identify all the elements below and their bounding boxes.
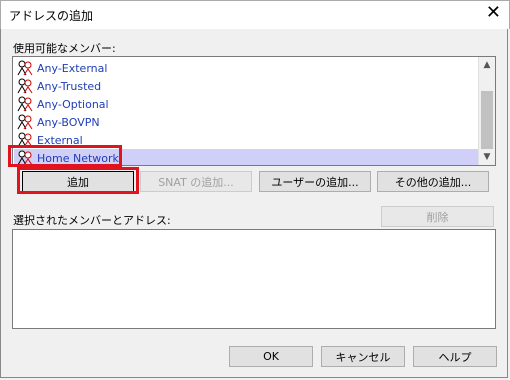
list-item-label: Any-External [37, 61, 108, 75]
other-add-button[interactable]: その他の追加... [377, 171, 489, 192]
user-group-icon [16, 150, 34, 165]
user-group-icon [16, 114, 34, 130]
close-icon[interactable]: ✕ [486, 4, 501, 22]
title-bar: アドレスの追加 ✕ [0, 0, 510, 29]
list-item-any-external[interactable]: Any-External [14, 59, 480, 77]
list-item-label: Home Network [37, 151, 119, 165]
list-item-label: External [37, 133, 83, 147]
help-button[interactable]: ヘルプ [413, 346, 497, 367]
list-item-label: Any-BOVPN [37, 115, 100, 129]
list-item-label: Any-Optional [37, 97, 109, 111]
scroll-up-icon[interactable]: ▲ [482, 60, 492, 70]
selected-members-list[interactable] [12, 229, 496, 329]
list-item-any-optional[interactable]: Any-Optional [14, 95, 480, 113]
list-item-home-network[interactable]: Home Network [14, 149, 480, 165]
delete-button[interactable]: 削除 [381, 206, 494, 227]
dialog-title: アドレスの追加 [9, 9, 94, 23]
available-members-list[interactable]: Any-External Any-Trusted Any-Optional An… [12, 56, 496, 166]
user-group-icon [16, 60, 34, 76]
scroll-thumb[interactable] [481, 91, 493, 149]
scroll-down-icon[interactable]: ▼ [482, 152, 492, 162]
list-item-any-bovpn[interactable]: Any-BOVPN [14, 113, 480, 131]
user-group-icon [16, 96, 34, 112]
selected-members-label: 選択されたメンバーとアドレス: [13, 214, 171, 227]
available-members-label: 使用可能なメンバー: [13, 42, 116, 55]
list-item-external[interactable]: External [14, 131, 480, 149]
user-group-icon [16, 78, 34, 94]
ok-button[interactable]: OK [229, 346, 313, 367]
snat-add-button[interactable]: SNAT の追加... [140, 171, 252, 192]
list-item-any-trusted[interactable]: Any-Trusted [14, 77, 480, 95]
user-group-icon [16, 132, 34, 148]
add-button[interactable]: 追加 [22, 171, 134, 192]
cancel-button[interactable]: キャンセル [321, 346, 405, 367]
user-add-button[interactable]: ユーザーの追加... [259, 171, 371, 192]
list-scrollbar[interactable]: ▲ ▼ [478, 57, 495, 165]
list-item-label: Any-Trusted [37, 79, 102, 93]
